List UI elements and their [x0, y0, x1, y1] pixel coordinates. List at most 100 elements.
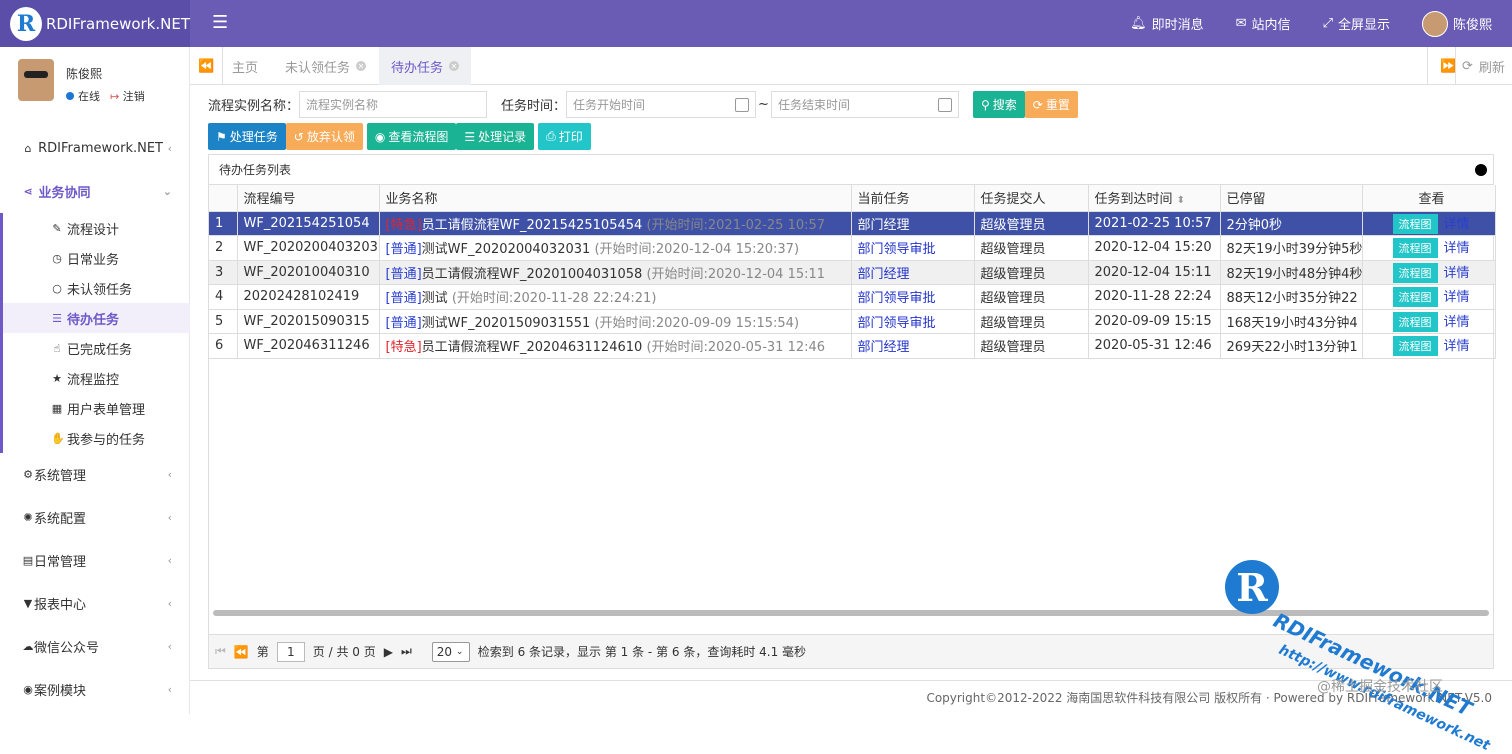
column-header[interactable]: 已停留 — [1220, 185, 1363, 212]
online-dot-icon — [66, 92, 74, 100]
table-row[interactable]: 1 WF_202154251054 [特急]员工请假流程WF_20215425105… — [209, 211, 1496, 236]
sidebar-item-system-mgmt[interactable]: ⚙ 系统管理 ‹ — [0, 453, 190, 496]
tab-scroll-left-icon[interactable]: ⏪ — [190, 47, 224, 85]
sidebar-item-unclaimed[interactable]: ○ 未认领任务 — [3, 273, 190, 303]
flowchart-button[interactable]: 流程图 — [1392, 238, 1438, 259]
sidebar-item-reports[interactable]: ▼ 报表中心 ‹ — [0, 582, 190, 625]
next-page-icon[interactable]: ▶ — [384, 645, 393, 659]
sidebar-item-daily[interactable]: ◷ 日常业务 — [3, 243, 190, 273]
current-task-cell: 部门经理 — [851, 260, 975, 285]
row-index: 6 — [209, 333, 238, 359]
first-page-icon[interactable]: ⏮ — [215, 644, 226, 659]
collapse-toggle-icon[interactable] — [1475, 164, 1487, 176]
column-header-sortable[interactable]: 任务到达时间 ⬍ — [1088, 185, 1221, 212]
flag-icon: ⚑ — [216, 129, 227, 144]
calendar-icon[interactable] — [735, 98, 750, 112]
hand-icon: ✋ — [51, 431, 65, 445]
view-cell: 流程图 详情 — [1362, 235, 1496, 261]
column-header[interactable]: 查看 — [1362, 185, 1496, 212]
column-header-label: 任务到达时间 — [1094, 192, 1173, 208]
process-records-button[interactable]: ☰ 处理记录 — [456, 123, 535, 150]
user-menu[interactable]: 陈俊熙 — [1421, 10, 1492, 37]
detail-link[interactable]: 详情 — [1444, 315, 1470, 330]
menu-toggle-icon[interactable]: ☰ — [212, 12, 228, 33]
brand-logo[interactable]: R RDIFramework.NET — [0, 0, 190, 47]
sidebar-item-label: 未认领任务 — [67, 282, 133, 298]
table-row[interactable]: 3 WF_202010040310 [普通]员工请假流程WF_20201004031… — [209, 260, 1496, 285]
sidebar-item-monitor[interactable]: ★ 流程监控 — [3, 363, 190, 393]
sidebar-item-cases[interactable]: ◉ 案例模块 ‹ — [0, 668, 190, 711]
status-label: 在线 — [78, 90, 100, 103]
detail-link[interactable]: 详情 — [1444, 217, 1470, 232]
page-number-input[interactable]: 1 — [276, 641, 305, 662]
calendar-icon[interactable] — [937, 98, 952, 112]
eye-icon: ◉ — [23, 683, 33, 696]
sidebar-item-wechat[interactable]: ☁ 微信公众号 ‹ — [0, 625, 190, 668]
instance-name-label: 流程实例名称： — [208, 99, 300, 114]
sidebar-item-business[interactable]: ⋖ 业务协同 ⌄ — [0, 170, 190, 213]
brand-name: RDIFramework.NET — [45, 14, 190, 33]
chevron-down-icon: ⌄ — [162, 185, 172, 198]
flowchart-button[interactable]: 流程图 — [1392, 262, 1438, 283]
table-row[interactable]: 6 WF_202046311246 [特急]员工请假流程WF_20204631124… — [209, 333, 1496, 359]
handle-task-button[interactable]: ⚑ 处理任务 — [208, 123, 286, 150]
column-header[interactable]: 流程编号 — [237, 185, 380, 212]
sidebar-item-flow-design[interactable]: ✎ 流程设计 — [3, 213, 190, 243]
print-button[interactable]: ⎙ 打印 — [538, 123, 591, 150]
table-row[interactable]: 5 WF_202015090315 [普通]测试WF_20201509031551 … — [209, 309, 1496, 334]
column-header[interactable]: 任务提交人 — [974, 185, 1089, 212]
flowchart-button[interactable]: 流程图 — [1392, 213, 1438, 234]
flowchart-button[interactable]: 流程图 — [1392, 287, 1438, 308]
messages-link[interactable]: 🔔︎ 即时消息 — [1130, 14, 1204, 33]
page-size-select[interactable]: 20 ⌄ — [431, 641, 470, 662]
prev-page-icon[interactable]: ⏪ — [234, 645, 249, 659]
mail-link[interactable]: ✉ 站内信 — [1236, 14, 1291, 33]
flowchart-button[interactable]: 流程图 — [1392, 311, 1438, 332]
tab-unclaimed[interactable]: 未认领任务 ✕ — [273, 47, 378, 85]
view-flowchart-button[interactable]: ◉ 查看流程图 — [366, 123, 457, 150]
sidebar-item-system-config[interactable]: ✺ 系统配置 ‹ — [0, 496, 190, 539]
flowchart-button[interactable]: 流程图 — [1392, 336, 1438, 357]
start-time-input[interactable]: 任务开始时间 — [566, 91, 757, 118]
logo-r-icon: R — [10, 6, 42, 41]
sidebar-item-label: 流程设计 — [67, 222, 120, 238]
range-separator: ~ — [758, 97, 769, 112]
fullscreen-link[interactable]: ⤢ 全屏显示 — [1323, 14, 1390, 33]
start-time: (开始时间:2020-05-31 12:46 — [646, 340, 826, 356]
clock-icon: ◷ — [52, 251, 62, 265]
close-icon[interactable]: ✕ — [449, 61, 460, 71]
instance-name-input[interactable]: 流程实例名称 — [299, 91, 488, 118]
business-name-cell: [普通]测试WF_20202004032031 (开始时间:2020-12-04… — [379, 235, 852, 261]
sidebar-item-completed[interactable]: ☝ 已完成任务 — [3, 333, 190, 363]
tab-todo[interactable]: 待办任务 ✕ — [379, 47, 472, 85]
logout-link[interactable]: ↦ 注销 — [110, 88, 145, 104]
close-icon[interactable]: ✕ — [356, 61, 367, 71]
last-page-icon[interactable]: ⏭ — [401, 644, 412, 659]
sidebar-item-rdiframework[interactable]: ⌂ RDIFramework.NET ‹ — [0, 127, 190, 170]
detail-link[interactable]: 详情 — [1444, 290, 1470, 305]
end-time-input[interactable]: 任务结束时间 — [770, 91, 959, 118]
detail-link[interactable]: 详情 — [1444, 241, 1470, 256]
tab-home[interactable]: 主页 — [220, 47, 270, 85]
start-time: (开始时间:2020-12-04 15:11 — [646, 266, 826, 282]
abandon-claim-button[interactable]: ↺ 放弃认领 — [285, 123, 363, 150]
reset-button[interactable]: ⟳ 重置 — [1024, 91, 1078, 118]
refresh-button[interactable]: ⟳ 刷新 — [1455, 47, 1511, 85]
mail-label: 站内信 — [1251, 18, 1291, 33]
chevron-left-icon: ‹ — [167, 597, 172, 610]
sidebar-item-forms[interactable]: ▦ 用户表单管理 — [3, 393, 190, 423]
table-row[interactable]: 4 20202428102419 [普通]测试 (开始时间:2020-11-28 2… — [209, 284, 1496, 310]
logout-icon: ↦ — [110, 90, 120, 103]
table-row[interactable]: 2 WF_2020200403203 [普通]测试WF_20202004032031… — [209, 235, 1496, 261]
sidebar-item-daily-mgmt[interactable]: ▤ 日常管理 ‹ — [0, 539, 190, 582]
sidebar-item-todo[interactable]: ☰ 待办任务 — [3, 303, 190, 333]
watermark: R RDIFramework.NET http://www.rdiframewo… — [1225, 560, 1505, 754]
search-button[interactable]: ⚲ 搜索 — [972, 91, 1025, 118]
calendar-icon: ▤ — [22, 554, 34, 567]
row-index: 3 — [209, 260, 238, 285]
column-header[interactable]: 业务名称 — [379, 185, 852, 212]
detail-link[interactable]: 详情 — [1444, 339, 1470, 354]
column-header[interactable]: 当前任务 — [851, 185, 975, 212]
detail-link[interactable]: 详情 — [1444, 266, 1470, 281]
sidebar-item-participated[interactable]: ✋ 我参与的任务 — [3, 423, 190, 453]
